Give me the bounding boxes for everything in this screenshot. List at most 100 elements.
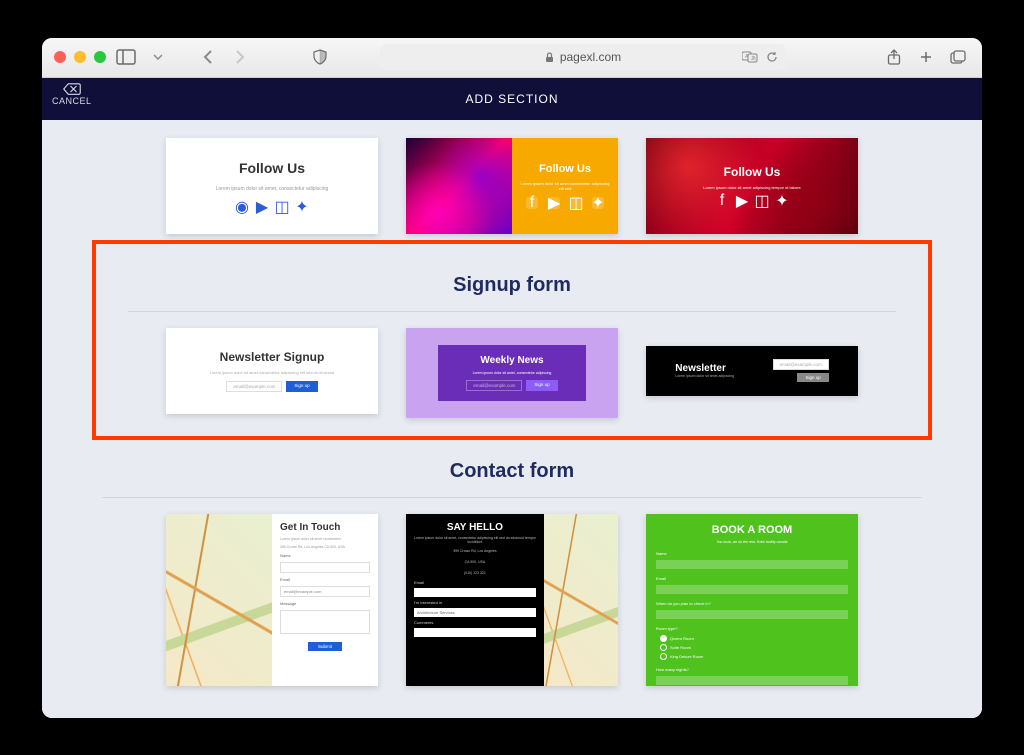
email-input: email@example.com [226, 381, 282, 392]
label-roomtype: Room type? [656, 626, 848, 631]
tabs-overview-button[interactable] [946, 45, 970, 69]
translate-icon[interactable]: Aあ [742, 51, 758, 63]
forward-button[interactable] [228, 45, 252, 69]
card-desc: Lorem ipsum dolor sit amet consectetur a… [210, 370, 335, 375]
template-row-signup: Newsletter Signup Lorem ipsum dolor sit … [114, 328, 910, 418]
card-title: Follow Us [539, 163, 591, 175]
interest-select: Architecture Services [414, 608, 536, 617]
card-title: Newsletter [675, 363, 734, 374]
cancel-icon [63, 82, 81, 96]
template-contact-green[interactable]: BOOK A ROOM You book, we do the rest. Ho… [646, 514, 858, 686]
shield-icon[interactable] [308, 45, 332, 69]
card-title: Newsletter Signup [220, 350, 325, 364]
twitter-icon: ✦ [592, 197, 604, 209]
facebook-icon: f [717, 196, 727, 206]
facebook-icon: ◉ [237, 202, 247, 212]
comments-input [414, 628, 536, 637]
reload-icon[interactable] [766, 51, 778, 63]
share-button[interactable] [882, 45, 906, 69]
close-window-icon[interactable] [54, 51, 66, 63]
email-input [414, 588, 536, 597]
youtube-icon: ▶ [737, 196, 747, 206]
email-input: email@example.com [773, 359, 829, 370]
radio-option: Suite Room [660, 644, 848, 651]
message-input [280, 610, 370, 634]
maximize-window-icon[interactable] [94, 51, 106, 63]
card-title: Follow Us [724, 165, 781, 179]
template-contact-dark[interactable]: SAY HELLO Lorem ipsum dolor sit amet, co… [406, 514, 618, 686]
signup-button: Sign up [526, 380, 557, 391]
label-email: Email [414, 580, 536, 585]
template-contact-map-left[interactable]: Get In Touch Lorem ipsum dolor sit amet … [166, 514, 378, 686]
template-signup-light[interactable]: Newsletter Signup Lorem ipsum dolor sit … [166, 328, 378, 414]
twitter-icon: ✦ [297, 202, 307, 212]
name-input [280, 562, 370, 573]
url-text: pagexl.com [560, 50, 621, 64]
label-checkin: When do you plan to check in? [656, 601, 848, 606]
label-name: Name [280, 553, 370, 558]
browser-toolbar: pagexl.com Aあ [42, 38, 982, 78]
radio-option: King Deluxe Room [660, 653, 848, 660]
sidebar-toggle-button[interactable] [114, 45, 138, 69]
card-desc: Lorem ipsum dolor sit amet, consectetur … [473, 371, 552, 375]
window-controls [54, 51, 106, 63]
card-phone: (010) 123 321 [414, 571, 536, 575]
card-image [406, 138, 512, 234]
chevron-down-icon[interactable] [146, 45, 170, 69]
card-desc: Lorem ipsum dolor sit amet adipiscing [675, 374, 734, 378]
youtube-icon: ▶ [548, 197, 560, 209]
minimize-window-icon[interactable] [74, 51, 86, 63]
youtube-icon: ▶ [257, 202, 267, 212]
name-input [656, 560, 848, 569]
app-header: CANCEL ADD SECTION [42, 78, 982, 120]
template-row-follow: Follow Us Lorem ipsum dolor sit amet, co… [42, 138, 982, 234]
map-preview [166, 514, 272, 686]
roomtype-options: Queen Room Suite Room King Deluxe Room [656, 635, 848, 660]
card-desc: Lorem ipsum dolor sit amet, consectetur … [414, 536, 536, 544]
card-title: BOOK A ROOM [656, 524, 848, 536]
page-title: ADD SECTION [465, 92, 558, 106]
card-desc: Lorem ipsum dolor sit amet consectetur a… [512, 181, 618, 191]
label-nights: How many nights? [656, 667, 848, 672]
label-message: Message [280, 601, 370, 606]
template-signup-dark[interactable]: Newsletter Lorem ipsum dolor sit amet ad… [646, 346, 858, 396]
email-input: email@example.com [466, 380, 522, 391]
template-row-contact: Get In Touch Lorem ipsum dolor sit amet … [42, 514, 982, 686]
card-desc: Lorem ipsum dolor sit amet consectetur [280, 537, 370, 541]
back-button[interactable] [196, 45, 220, 69]
url-bar[interactable]: pagexl.com Aあ [380, 44, 786, 70]
instagram-icon: ◫ [570, 197, 582, 209]
label-interest: I'm interested in [414, 600, 536, 605]
divider [128, 311, 896, 312]
card-title: Follow Us [239, 160, 305, 176]
checkin-input [656, 610, 848, 619]
label-email: Email [656, 576, 848, 581]
divider [102, 497, 922, 498]
card-title: Get In Touch [280, 522, 370, 533]
browser-window: pagexl.com Aあ CANCEL ADD SECTION Fo [42, 38, 982, 718]
signup-button: Sign up [797, 373, 828, 382]
map-preview [544, 514, 618, 686]
facebook-icon: f [526, 197, 538, 209]
cancel-button[interactable]: CANCEL [52, 82, 92, 106]
instagram-icon: ◫ [277, 202, 287, 212]
template-follow-dark[interactable]: Follow Us Lorem ipsum dolor sit amet adi… [646, 138, 858, 234]
label-email: Email [280, 577, 370, 582]
highlighted-section: Signup form Newsletter Signup Lorem ipsu… [92, 240, 932, 440]
template-signup-purple[interactable]: Weekly News Lorem ipsum dolor sit amet, … [406, 328, 618, 418]
content-area: Follow Us Lorem ipsum dolor sit amet, co… [42, 120, 982, 718]
submit-button: Submit [308, 642, 342, 651]
card-address: 399 Crown Rd, Los Angeles [414, 549, 536, 553]
social-icons: f ▶ ◫ ✦ [526, 197, 604, 209]
cancel-label: CANCEL [52, 96, 92, 106]
instagram-icon: ◫ [757, 196, 767, 206]
new-tab-button[interactable] [914, 45, 938, 69]
section-heading-signup: Signup form [114, 274, 910, 297]
template-follow-split[interactable]: Follow Us Lorem ipsum dolor sit amet con… [406, 138, 618, 234]
radio-option: Queen Room [660, 635, 848, 642]
card-title: SAY HELLO [414, 522, 536, 533]
label-comments: Comments [414, 620, 536, 625]
card-title: Weekly News [480, 355, 543, 366]
card-address-2: CA 900, USA [414, 560, 536, 564]
template-follow-light[interactable]: Follow Us Lorem ipsum dolor sit amet, co… [166, 138, 378, 234]
